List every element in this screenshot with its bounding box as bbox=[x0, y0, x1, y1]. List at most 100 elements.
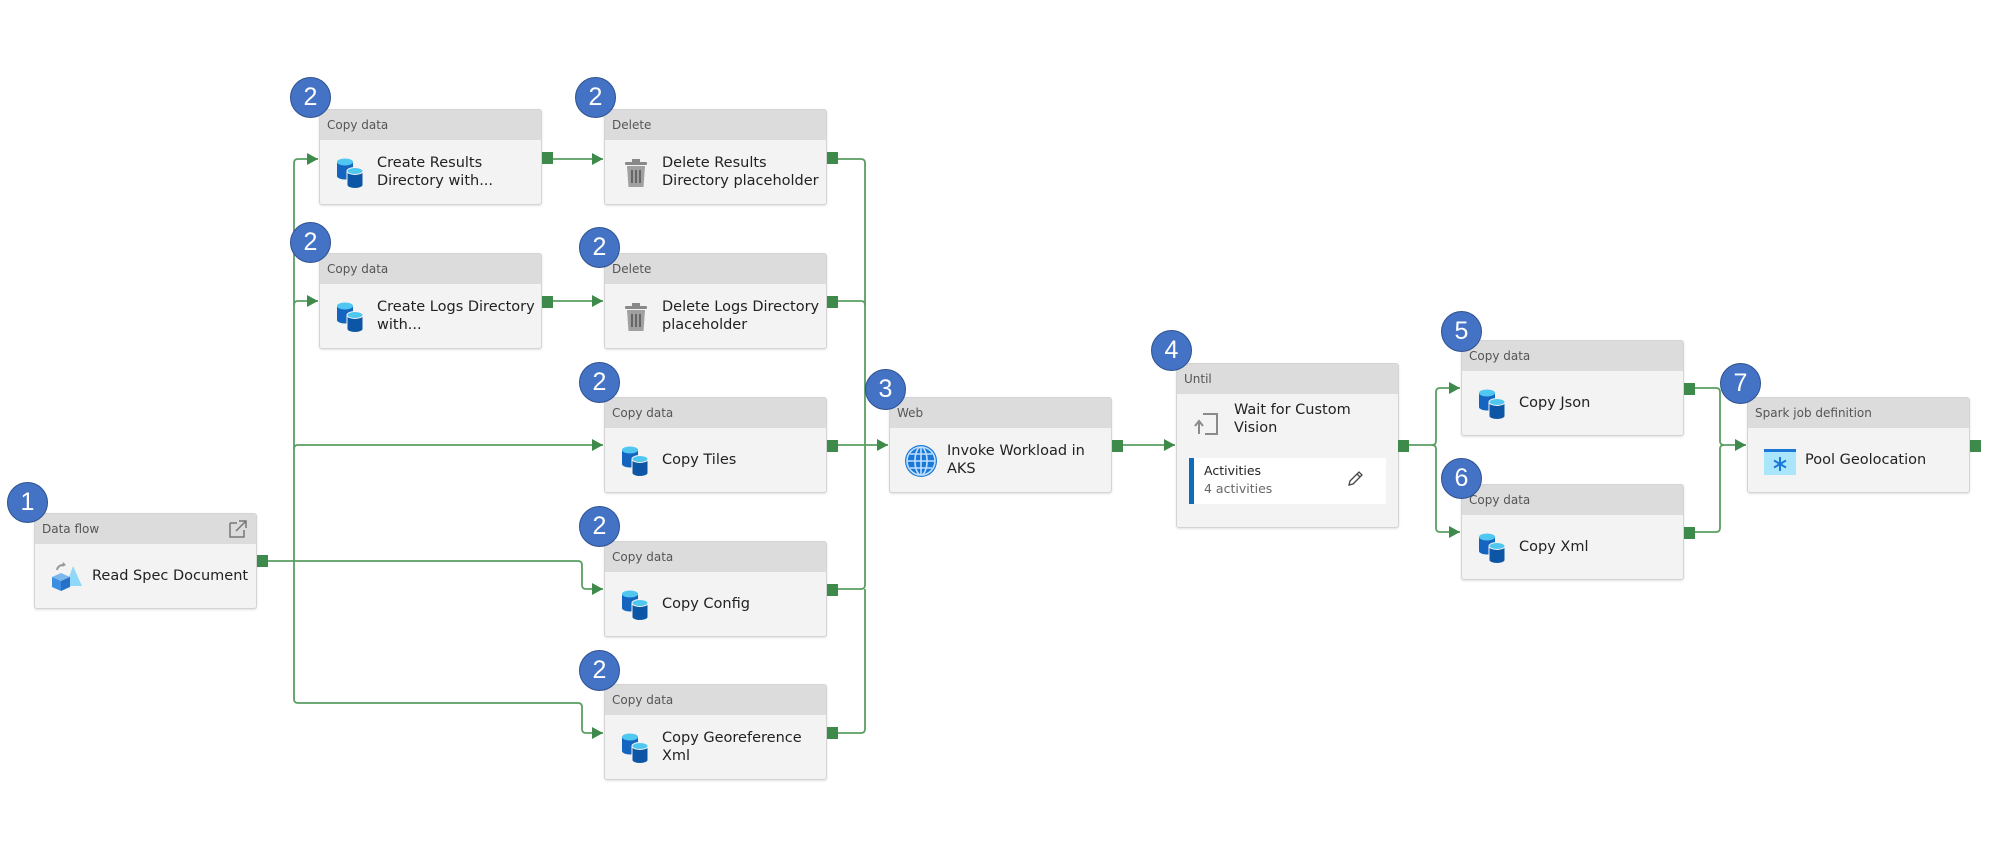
copy-data-icon bbox=[1478, 533, 1506, 564]
activity-name: Create Results Directory with... bbox=[377, 155, 494, 189]
link-delete-logs-to-web bbox=[838, 300, 866, 306]
success-output-port[interactable] bbox=[1112, 440, 1123, 452]
activity-type-label: Copy data bbox=[605, 398, 826, 428]
open-external-icon[interactable] bbox=[228, 519, 248, 539]
activity-type-label: Delete bbox=[605, 254, 826, 284]
pipeline-canvas[interactable]: Data flow Read Spec Document 1 Copy data… bbox=[0, 0, 1995, 845]
link-copy-georef-to-web bbox=[838, 589, 866, 734]
step-badge: 2 bbox=[290, 222, 331, 263]
activity-copy-json[interactable]: Copy data Copy Json bbox=[1461, 340, 1684, 436]
copy-data-icon bbox=[621, 446, 649, 477]
activity-name: Create Logs Directory with... bbox=[377, 299, 535, 333]
activity-name: Delete Results Directory placeholder bbox=[662, 155, 819, 189]
globe-icon bbox=[905, 445, 937, 477]
activity-type-label: Copy data bbox=[1462, 341, 1683, 371]
step-badge: 2 bbox=[579, 650, 620, 691]
step-badge: 7 bbox=[1720, 363, 1761, 404]
activity-name: Wait for Custom Vision bbox=[1234, 402, 1351, 436]
activity-name: Copy Tiles bbox=[662, 452, 737, 468]
copy-data-icon bbox=[1478, 389, 1506, 420]
step-badge: 5 bbox=[1441, 311, 1482, 352]
success-output-port[interactable] bbox=[827, 584, 838, 596]
activity-name: Copy Json bbox=[1519, 395, 1591, 411]
success-output-port[interactable] bbox=[542, 152, 553, 164]
link-arrowhead bbox=[1164, 439, 1175, 451]
activity-name: Copy Xml bbox=[1519, 539, 1589, 555]
activity-delete-results-placeholder[interactable]: Delete Delete Results Directory placehol… bbox=[604, 109, 827, 205]
success-output-port[interactable] bbox=[1970, 440, 1981, 452]
link-arrowhead bbox=[1735, 439, 1746, 451]
step-badge: 1 bbox=[7, 482, 48, 523]
success-output-port[interactable] bbox=[827, 296, 838, 308]
link-copy-xml-to-spark bbox=[1695, 444, 1725, 533]
success-output-port[interactable] bbox=[542, 296, 553, 308]
link-arrowhead bbox=[592, 727, 603, 739]
activity-copy-georeference-xml[interactable]: Copy data Copy Georeference Xml bbox=[604, 684, 827, 780]
link-arrowhead bbox=[592, 153, 603, 165]
link-arrowhead bbox=[307, 153, 318, 165]
copy-data-icon bbox=[336, 302, 364, 333]
activity-copy-xml[interactable]: Copy data Copy Xml bbox=[1461, 484, 1684, 580]
success-output-port[interactable] bbox=[1684, 383, 1695, 395]
activity-delete-logs-placeholder[interactable]: Delete Delete Logs Directory placeholder bbox=[604, 253, 827, 349]
link-arrowhead bbox=[1449, 382, 1460, 394]
activity-create-results-directory[interactable]: Copy data Create Results Directory with.… bbox=[319, 109, 542, 205]
link-read-spec-to-copy-config bbox=[294, 560, 603, 590]
copy-data-icon bbox=[336, 158, 364, 189]
link-arrowhead bbox=[592, 295, 603, 307]
trash-icon bbox=[624, 158, 648, 188]
activity-copy-config[interactable]: Copy data Copy Config bbox=[604, 541, 827, 637]
step-badge: 2 bbox=[579, 227, 620, 268]
spark-job-icon bbox=[1764, 449, 1796, 475]
success-output-port[interactable] bbox=[827, 152, 838, 164]
activity-type-label: Data flow bbox=[35, 514, 256, 544]
trash-icon bbox=[624, 302, 648, 332]
until-loop-icon bbox=[1194, 413, 1218, 435]
step-badge: 2 bbox=[575, 77, 616, 118]
activity-invoke-workload-aks[interactable]: Web Invoke Workload in AKS bbox=[889, 397, 1112, 493]
success-output-port[interactable] bbox=[257, 555, 268, 567]
activity-type-label: Delete bbox=[605, 110, 826, 140]
activity-type-label: Copy data bbox=[1462, 485, 1683, 515]
link-arrowhead bbox=[877, 439, 888, 451]
data-flow-icon bbox=[52, 562, 82, 591]
link-arrowhead bbox=[592, 439, 603, 451]
activity-type-label: Copy data bbox=[605, 542, 826, 572]
link-read-spec-to-copy-georef bbox=[293, 561, 603, 734]
copy-data-icon bbox=[621, 733, 649, 764]
step-badge: 2 bbox=[290, 77, 331, 118]
activity-pool-geolocation[interactable]: Spark job definition Pool Geolocation bbox=[1747, 397, 1970, 493]
inner-activities-panel[interactable]: Activities 4 activities bbox=[1189, 458, 1386, 504]
step-badge: 4 bbox=[1151, 330, 1192, 371]
activity-wait-for-custom-vision[interactable]: Until Wait for Custom Vision Activities … bbox=[1176, 363, 1399, 528]
activity-copy-tiles[interactable]: Copy data Copy Tiles bbox=[604, 397, 827, 493]
activity-name: Invoke Workload in AKS bbox=[947, 443, 1085, 477]
step-badge: 2 bbox=[579, 506, 620, 547]
activity-name: Read Spec Document bbox=[92, 568, 249, 584]
step-badge: 3 bbox=[865, 369, 906, 410]
activity-create-logs-directory[interactable]: Copy data Create Logs Directory with... bbox=[319, 253, 542, 349]
activity-type-label: Until bbox=[1177, 364, 1398, 394]
link-copy-config-to-web bbox=[838, 445, 866, 590]
activity-read-spec-document[interactable]: Data flow Read Spec Document bbox=[34, 513, 257, 609]
link-arrowhead bbox=[307, 295, 318, 307]
link-arrowhead bbox=[1449, 526, 1460, 538]
activity-type-label: Copy data bbox=[605, 685, 826, 715]
success-output-port[interactable] bbox=[827, 440, 838, 452]
link-read-spec-to-create-results bbox=[268, 158, 318, 562]
step-badge: 2 bbox=[579, 362, 620, 403]
activity-type-label: Web bbox=[890, 398, 1111, 428]
success-output-port[interactable] bbox=[827, 727, 838, 739]
success-output-port[interactable] bbox=[1684, 527, 1695, 539]
link-delete-results-to-web bbox=[838, 158, 866, 445]
activity-name: Copy Config bbox=[662, 596, 750, 612]
activity-name: Copy Georeference Xml bbox=[662, 730, 802, 764]
activity-type-label: Copy data bbox=[320, 110, 541, 140]
success-output-port[interactable] bbox=[1398, 440, 1409, 452]
link-until-to-copy-json bbox=[1409, 387, 1460, 446]
activity-type-label: Copy data bbox=[320, 254, 541, 284]
edit-pencil-icon[interactable] bbox=[1346, 470, 1364, 488]
activity-name: Delete Logs Directory placeholder bbox=[662, 299, 820, 333]
link-arrowhead bbox=[592, 583, 603, 595]
activity-type-label: Spark job definition bbox=[1748, 398, 1969, 428]
